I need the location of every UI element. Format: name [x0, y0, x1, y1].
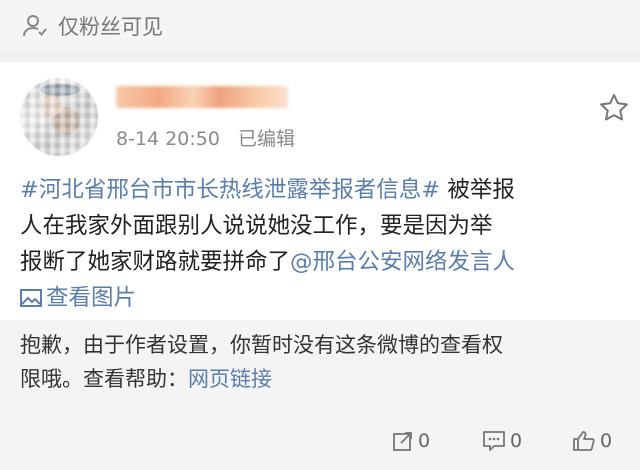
post-text-3: 报断了她家财路就要拼命了	[20, 249, 291, 275]
post-card: 8-14 20:50 已编辑 #河北省邢台市市长热线泄露举报者信息# 被举报 人…	[0, 62, 640, 470]
username-blurred[interactable]	[116, 86, 288, 108]
edited-label: 已编辑	[237, 128, 295, 150]
comment-count: 0	[510, 430, 523, 452]
post-timestamp: 8-14 20:50	[116, 128, 220, 150]
comment-icon	[483, 431, 505, 451]
like-button[interactable]: 0	[572, 412, 612, 470]
repost-button[interactable]: 0	[392, 412, 430, 470]
image-icon	[20, 289, 42, 307]
permission-notice: 抱歉，由于作者设置，你暂时没有这条微博的查看权 限哦。查看帮助：网页链接	[0, 320, 640, 412]
avatar[interactable]	[20, 78, 98, 156]
thumbs-up-icon	[573, 431, 595, 451]
comment-button[interactable]: 0	[482, 412, 522, 470]
help-web-link[interactable]: 网页链接	[188, 367, 272, 391]
repost-icon	[393, 432, 412, 451]
repost-count: 0	[418, 430, 431, 452]
post-text-1: 被举报	[440, 177, 515, 203]
fans-only-icon	[22, 12, 50, 40]
view-images-label: 查看图片	[46, 285, 137, 311]
notice-text-1: 抱歉，由于作者设置，你暂时没有这条微博的查看权	[20, 333, 503, 357]
mention-link[interactable]: @邢台公安网络发言人	[290, 249, 515, 275]
post-content: #河北省邢台市市长热线泄露举报者信息# 被举报 人在我家外面跟别人说说她没工作，…	[20, 172, 632, 319]
privacy-bar: 仅粉丝可见	[0, 0, 640, 52]
post-text-2: 人在我家外面跟别人说说她没工作，要是因为举	[20, 213, 493, 239]
action-bar: 0 0 0	[0, 412, 640, 470]
view-images-link[interactable]: 查看图片	[20, 280, 136, 316]
favorite-star-icon[interactable]	[598, 92, 630, 124]
topic-link[interactable]: #河北省邢台市市长热线泄露举报者信息#	[20, 177, 440, 203]
section-divider	[0, 52, 640, 62]
post-meta: 8-14 20:50 已编辑	[116, 124, 295, 151]
notice-text-2: 限哦。查看帮助：	[20, 367, 188, 391]
like-count: 0	[600, 430, 613, 452]
privacy-label: 仅粉丝可见	[58, 15, 163, 39]
